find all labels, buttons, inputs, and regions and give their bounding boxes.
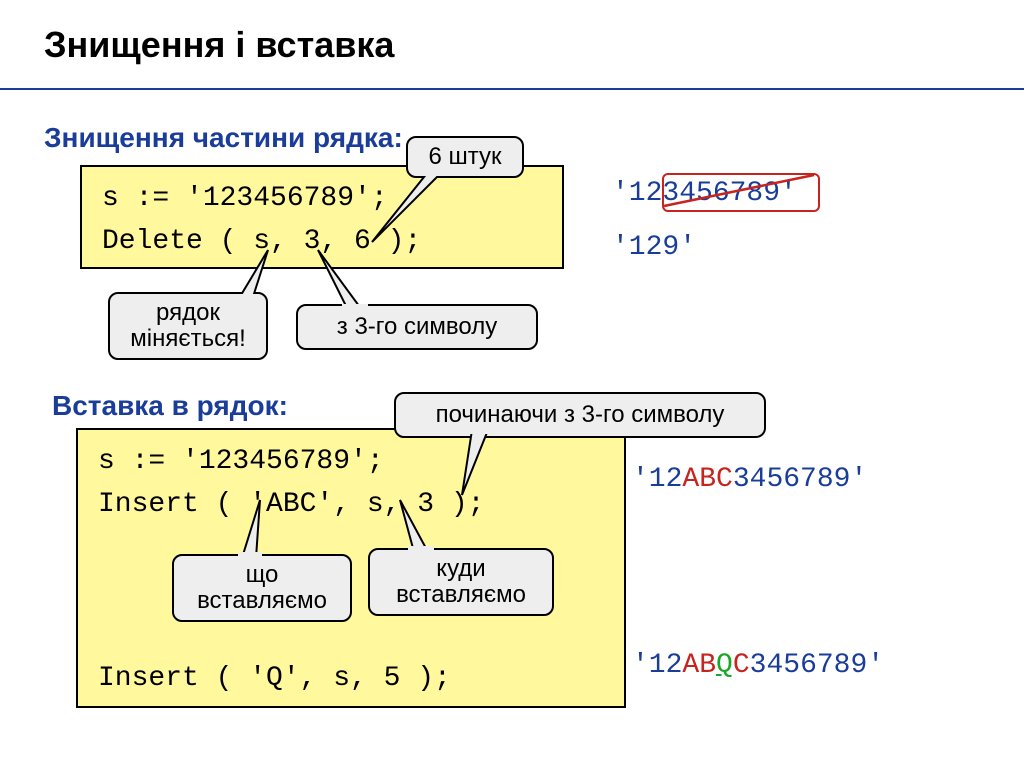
title-rule [0,88,1024,90]
r4-red1: AB [682,650,716,681]
heading-delete: Знищення частини рядка: [44,122,403,154]
callout-where-insert: куди вставляємо [368,548,554,616]
insert-result-1: '12ABC3456789' [632,464,867,495]
strike-line [662,173,816,208]
callout-start-3rd: починаючи з 3-го символу [394,392,766,438]
callout-from3-tail [318,250,368,310]
callout-what-insert: що вставляємо [172,554,352,622]
r4-green: Q [716,650,733,681]
callout-changes-tail [238,250,278,300]
callout-6-tail [370,172,450,242]
callout-from-3rd: з 3-го символу [296,304,538,350]
callout-start3-tail [462,430,512,495]
r4-pre: '12 [632,650,682,681]
r4-post: 3456789' [750,650,884,681]
callout-string-changes: рядок міняється! [108,292,268,360]
delete-result-after: '129' [612,232,696,263]
insert-result-2: '12ABQC3456789' [632,650,884,681]
heading-insert: Вставка в рядок: [52,390,288,422]
r4-red2: C [733,650,750,681]
callout-where-tail [396,500,436,552]
callout-what-tail [242,500,282,558]
slide-title: Знищення і вставка [44,24,394,66]
r3-mid: ABC [682,464,732,495]
r3-post: 3456789' [733,464,867,495]
r3-pre: '12 [632,464,682,495]
